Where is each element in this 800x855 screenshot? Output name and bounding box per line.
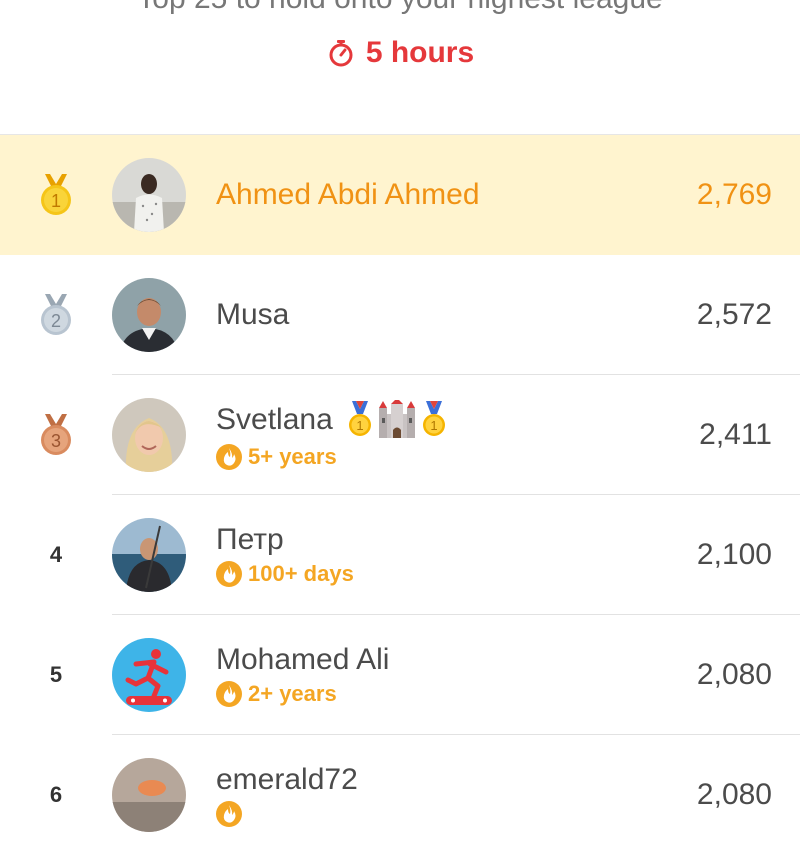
user-score: 2,769	[696, 178, 772, 211]
rank-cell: 6	[26, 735, 86, 855]
user-name: Musa	[216, 298, 290, 331]
svg-text:1: 1	[51, 191, 61, 211]
flame-icon	[216, 444, 242, 470]
user-name: Mohamed Ali	[216, 643, 390, 676]
avatar[interactable]	[112, 638, 186, 712]
user-info: Ahmed Abdi Ahmed	[216, 135, 480, 255]
streak-text: 5+ years	[248, 444, 337, 469]
user-name: Svetlana	[216, 403, 333, 436]
user-info: emerald72	[216, 735, 358, 855]
rank-cell: 1	[26, 135, 86, 255]
league-subtitle: Top 25 to hold onto your highest league	[0, 0, 800, 16]
countdown-timer: 5 hours	[0, 36, 800, 70]
leaderboard-row[interactable]: 3 Svetlana 1 1 5+ years 2,411	[0, 375, 800, 495]
streak-badge: 5+ years	[216, 444, 447, 470]
streak-text: 2+ years	[248, 681, 337, 706]
leaderboard-row[interactable]: 6 emerald72 2,080	[0, 735, 800, 855]
gold-medal-icon: 1	[41, 174, 71, 215]
rank-number: 6	[49, 782, 63, 807]
user-score: 2,080	[696, 778, 772, 811]
leaderboard-list: 1 Ahmed Abdi Ahmed 2,769 2 Musa 2,572 3 …	[0, 134, 800, 855]
profile-badges: 1 1	[347, 400, 447, 440]
avatar[interactable]	[112, 278, 186, 352]
user-name: emerald72	[216, 763, 358, 796]
user-score: 2,411	[699, 418, 772, 451]
leaderboard-row[interactable]: 4 Петр 100+ days 2,100	[0, 495, 800, 615]
svg-text:1: 1	[430, 418, 437, 433]
user-name: Ahmed Abdi Ahmed	[216, 178, 480, 211]
svg-text:3: 3	[51, 431, 61, 451]
runner-logo-icon	[112, 638, 186, 712]
leaderboard-row-current-user[interactable]: 1 Ahmed Abdi Ahmed 2,769	[0, 135, 800, 255]
svg-text:1: 1	[356, 418, 363, 433]
svg-text:2: 2	[51, 311, 61, 331]
user-score: 2,080	[696, 658, 772, 691]
user-info: Mohamed Ali 2+ years	[216, 615, 389, 735]
rank-number: 4	[49, 542, 63, 567]
silver-medal-icon: 2	[41, 294, 71, 335]
streak-badge: 2+ years	[216, 681, 389, 707]
first-place-medal-icon: 1	[348, 401, 371, 436]
streak-text: 100+ days	[248, 561, 354, 586]
user-name: Петр	[216, 523, 284, 556]
rank-number: 5	[49, 662, 63, 687]
user-info: Петр 100+ days	[216, 495, 354, 615]
user-score: 2,572	[696, 298, 772, 331]
stopwatch-icon	[326, 38, 356, 68]
flame-icon	[216, 681, 242, 707]
flame-icon	[216, 801, 242, 827]
flame-icon	[216, 561, 242, 587]
rank-cell: 3	[26, 375, 86, 495]
rank-cell: 2	[26, 255, 86, 375]
first-place-medal-icon: 1	[422, 401, 445, 436]
castle-icon	[378, 400, 415, 438]
streak-badge	[216, 801, 358, 827]
bronze-medal-icon: 3	[41, 414, 71, 455]
leaderboard-row[interactable]: 2 Musa 2,572	[0, 255, 800, 375]
avatar[interactable]	[112, 158, 186, 232]
streak-badge: 100+ days	[216, 561, 354, 587]
timer-text: 5 hours	[365, 36, 475, 69]
user-info: Svetlana 1 1 5+ years	[216, 375, 447, 495]
avatar[interactable]	[112, 758, 186, 832]
rank-cell: 4	[26, 495, 86, 615]
user-score: 2,100	[696, 538, 772, 571]
user-info: Musa	[216, 255, 289, 375]
rank-cell: 5	[26, 615, 86, 735]
avatar[interactable]	[112, 398, 186, 472]
avatar[interactable]	[112, 518, 186, 592]
leaderboard-row[interactable]: 5 Mohamed Ali 2+ years 2,080	[0, 615, 800, 735]
